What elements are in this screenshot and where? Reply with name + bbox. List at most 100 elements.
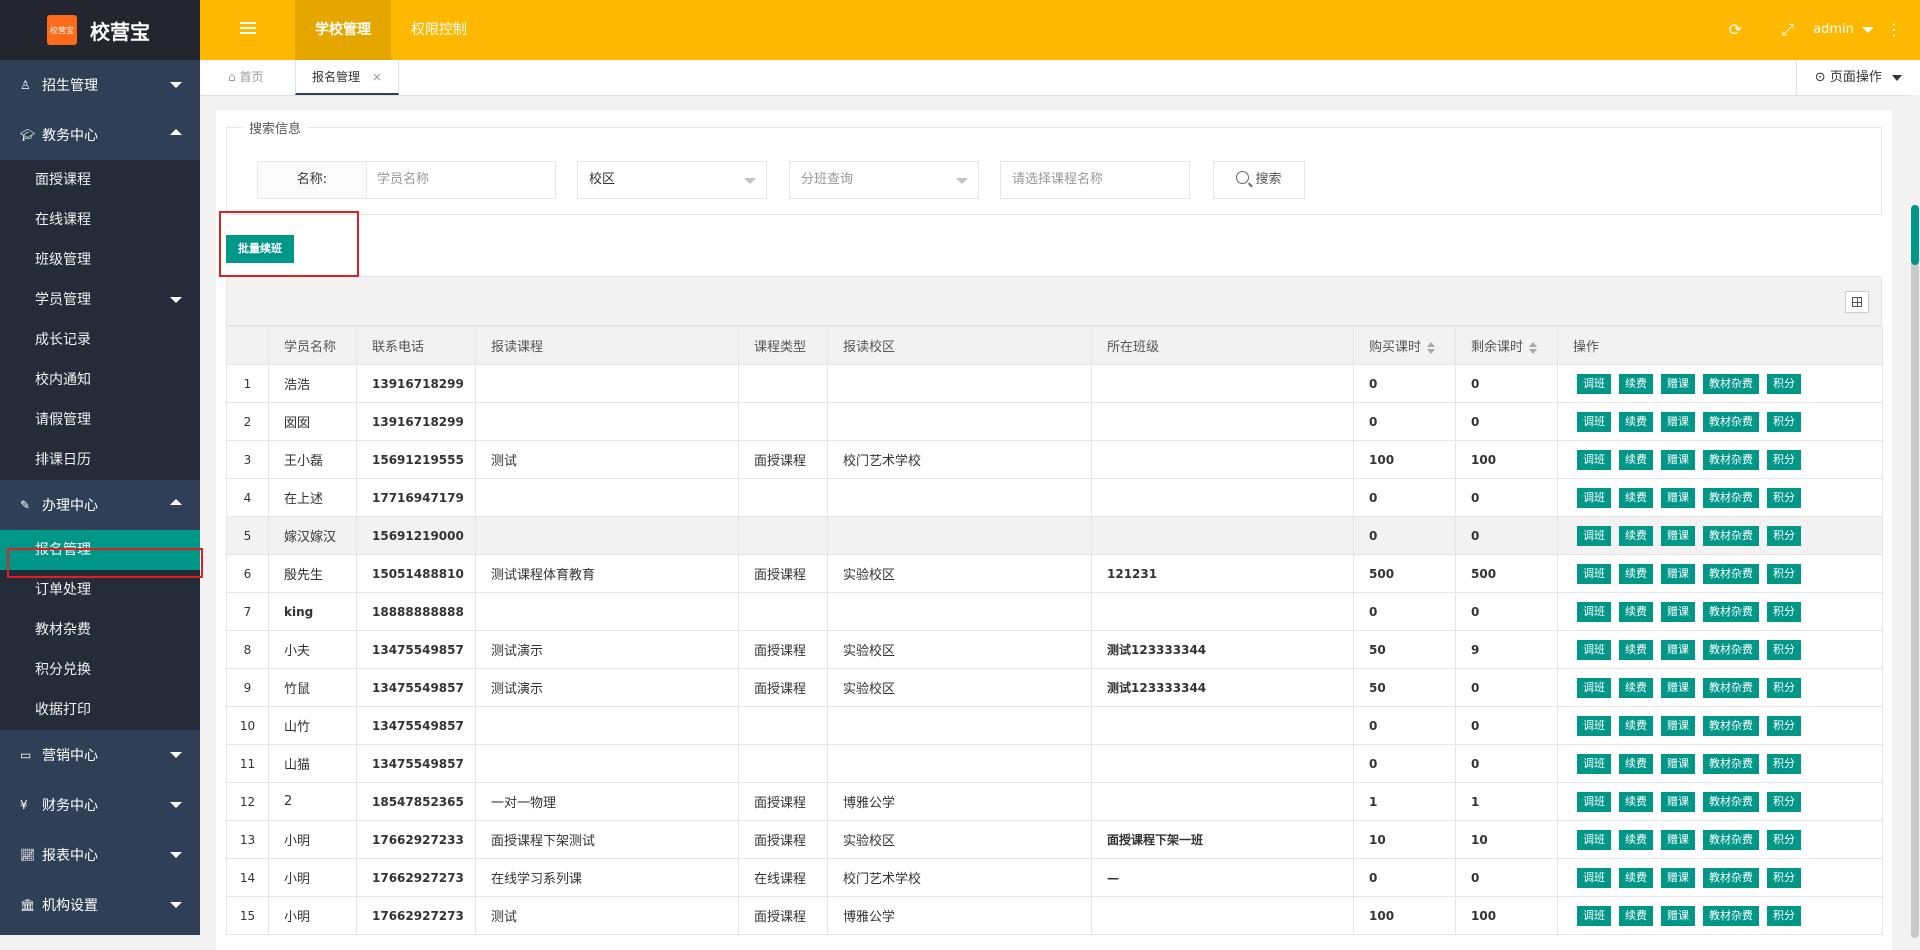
- nav-tab-school-management[interactable]: 学校管理: [295, 0, 391, 60]
- search-button[interactable]: 搜索: [1213, 161, 1305, 199]
- class-select[interactable]: 分班查询: [789, 161, 979, 199]
- materials-fee-button[interactable]: 教材杂费: [1703, 449, 1759, 470]
- renew-button[interactable]: 续费: [1619, 411, 1653, 432]
- sidebar-item-leave[interactable]: 请假管理: [0, 400, 200, 440]
- tab-home[interactable]: ⌂ 首页: [228, 60, 263, 95]
- points-button[interactable]: 积分: [1767, 449, 1801, 470]
- renew-button[interactable]: 续费: [1619, 449, 1653, 470]
- transfer-class-button[interactable]: 调班: [1577, 487, 1611, 508]
- sort-icon[interactable]: [1427, 341, 1436, 354]
- refresh-icon[interactable]: ⟳: [1729, 20, 1742, 39]
- columns-filter-icon[interactable]: [1845, 291, 1869, 313]
- materials-fee-button[interactable]: 教材杂费: [1703, 829, 1759, 850]
- transfer-class-button[interactable]: 调班: [1577, 715, 1611, 736]
- sidebar-item-online-courses[interactable]: 在线课程: [0, 200, 200, 240]
- gift-course-button[interactable]: 赠课: [1661, 601, 1695, 622]
- gift-course-button[interactable]: 赠课: [1661, 411, 1695, 432]
- gift-course-button[interactable]: 赠课: [1661, 867, 1695, 888]
- tab-enrollment-management[interactable]: 报名管理 ×: [295, 60, 399, 95]
- materials-fee-button[interactable]: 教材杂费: [1703, 791, 1759, 812]
- renew-button[interactable]: 续费: [1619, 487, 1653, 508]
- materials-fee-button[interactable]: 教材杂费: [1703, 525, 1759, 546]
- gift-course-button[interactable]: 赠课: [1661, 829, 1695, 850]
- renew-button[interactable]: 续费: [1619, 639, 1653, 660]
- gift-course-button[interactable]: 赠课: [1661, 563, 1695, 584]
- renew-button[interactable]: 续费: [1619, 677, 1653, 698]
- gift-course-button[interactable]: 赠课: [1661, 753, 1695, 774]
- menu-group-academic[interactable]: 🎓︎ 教务中心: [0, 110, 200, 160]
- transfer-class-button[interactable]: 调班: [1577, 791, 1611, 812]
- materials-fee-button[interactable]: 教材杂费: [1703, 905, 1759, 926]
- col-header-purchased-hours[interactable]: 购买课时: [1353, 326, 1456, 365]
- renew-button[interactable]: 续费: [1619, 715, 1653, 736]
- materials-fee-button[interactable]: 教材杂费: [1703, 639, 1759, 660]
- sidebar-item-receipt-print[interactable]: 收据打印: [0, 690, 200, 730]
- transfer-class-button[interactable]: 调班: [1577, 563, 1611, 584]
- materials-fee-button[interactable]: 教材杂费: [1703, 753, 1759, 774]
- renew-button[interactable]: 续费: [1619, 563, 1653, 584]
- points-button[interactable]: 积分: [1767, 525, 1801, 546]
- transfer-class-button[interactable]: 调班: [1577, 677, 1611, 698]
- sort-icon[interactable]: [1529, 341, 1538, 354]
- gift-course-button[interactable]: 赠课: [1661, 449, 1695, 470]
- renew-button[interactable]: 续费: [1619, 791, 1653, 812]
- scroll-thumb[interactable]: [1911, 205, 1919, 938]
- points-button[interactable]: 积分: [1767, 867, 1801, 888]
- menu-group-settings[interactable]: 🏛︎ 机构设置: [0, 880, 200, 930]
- renew-button[interactable]: 续费: [1619, 905, 1653, 926]
- points-button[interactable]: 积分: [1767, 753, 1801, 774]
- course-name-input[interactable]: 请选择课程名称: [1000, 161, 1190, 199]
- materials-fee-button[interactable]: 教材杂费: [1703, 487, 1759, 508]
- close-icon[interactable]: ×: [372, 70, 382, 84]
- points-button[interactable]: 积分: [1767, 905, 1801, 926]
- renew-button[interactable]: 续费: [1619, 525, 1653, 546]
- materials-fee-button[interactable]: 教材杂费: [1703, 715, 1759, 736]
- sidebar-item-growth-records[interactable]: 成长记录: [0, 320, 200, 360]
- gift-course-button[interactable]: 赠课: [1661, 791, 1695, 812]
- more-vertical-icon[interactable]: ⋮: [1886, 20, 1902, 39]
- menu-group-enrollment[interactable]: ♙ 招生管理: [0, 60, 200, 110]
- points-button[interactable]: 积分: [1767, 373, 1801, 394]
- sidebar-item-notices[interactable]: 校内通知: [0, 360, 200, 400]
- student-name-input[interactable]: 学员名称: [366, 161, 556, 199]
- materials-fee-button[interactable]: 教材杂费: [1703, 867, 1759, 888]
- sidebar-item-schedule-calendar[interactable]: 排课日历: [0, 440, 200, 480]
- gift-course-button[interactable]: 赠课: [1661, 525, 1695, 546]
- transfer-class-button[interactable]: 调班: [1577, 601, 1611, 622]
- transfer-class-button[interactable]: 调班: [1577, 905, 1611, 926]
- transfer-class-button[interactable]: 调班: [1577, 867, 1611, 888]
- menu-toggle-icon[interactable]: [240, 22, 256, 38]
- transfer-class-button[interactable]: 调班: [1577, 753, 1611, 774]
- points-button[interactable]: 积分: [1767, 563, 1801, 584]
- col-header-remaining-hours[interactable]: 剩余课时: [1455, 326, 1558, 365]
- sidebar-item-class-management[interactable]: 班级管理: [0, 240, 200, 280]
- renew-button[interactable]: 续费: [1619, 373, 1653, 394]
- menu-group-reports[interactable]: 📈︎ 报表中心: [0, 830, 200, 880]
- points-button[interactable]: 积分: [1767, 791, 1801, 812]
- transfer-class-button[interactable]: 调班: [1577, 449, 1611, 470]
- sidebar-item-student-management[interactable]: 学员管理: [0, 280, 200, 320]
- nav-tab-permissions[interactable]: 权限控制: [391, 0, 487, 60]
- transfer-class-button[interactable]: 调班: [1577, 829, 1611, 850]
- gift-course-button[interactable]: 赠课: [1661, 487, 1695, 508]
- points-button[interactable]: 积分: [1767, 639, 1801, 660]
- sidebar-item-face-courses[interactable]: 面授课程: [0, 160, 200, 200]
- menu-group-marketing[interactable]: ▭ 营销中心: [0, 730, 200, 780]
- menu-group-finance[interactable]: ¥ 财务中心: [0, 780, 200, 830]
- points-button[interactable]: 积分: [1767, 411, 1801, 432]
- points-button[interactable]: 积分: [1767, 487, 1801, 508]
- sidebar-item-points-exchange[interactable]: 积分兑换: [0, 650, 200, 690]
- materials-fee-button[interactable]: 教材杂费: [1703, 677, 1759, 698]
- gift-course-button[interactable]: 赠课: [1661, 677, 1695, 698]
- transfer-class-button[interactable]: 调班: [1577, 639, 1611, 660]
- renew-button[interactable]: 续费: [1619, 829, 1653, 850]
- fullscreen-icon[interactable]: ⤢: [1781, 20, 1794, 40]
- transfer-class-button[interactable]: 调班: [1577, 373, 1611, 394]
- transfer-class-button[interactable]: 调班: [1577, 411, 1611, 432]
- gift-course-button[interactable]: 赠课: [1661, 905, 1695, 926]
- renew-button[interactable]: 续费: [1619, 867, 1653, 888]
- points-button[interactable]: 积分: [1767, 677, 1801, 698]
- sidebar-item-materials-fees[interactable]: 教材杂费: [0, 610, 200, 650]
- user-menu[interactable]: admin: [1813, 0, 1874, 60]
- points-button[interactable]: 积分: [1767, 829, 1801, 850]
